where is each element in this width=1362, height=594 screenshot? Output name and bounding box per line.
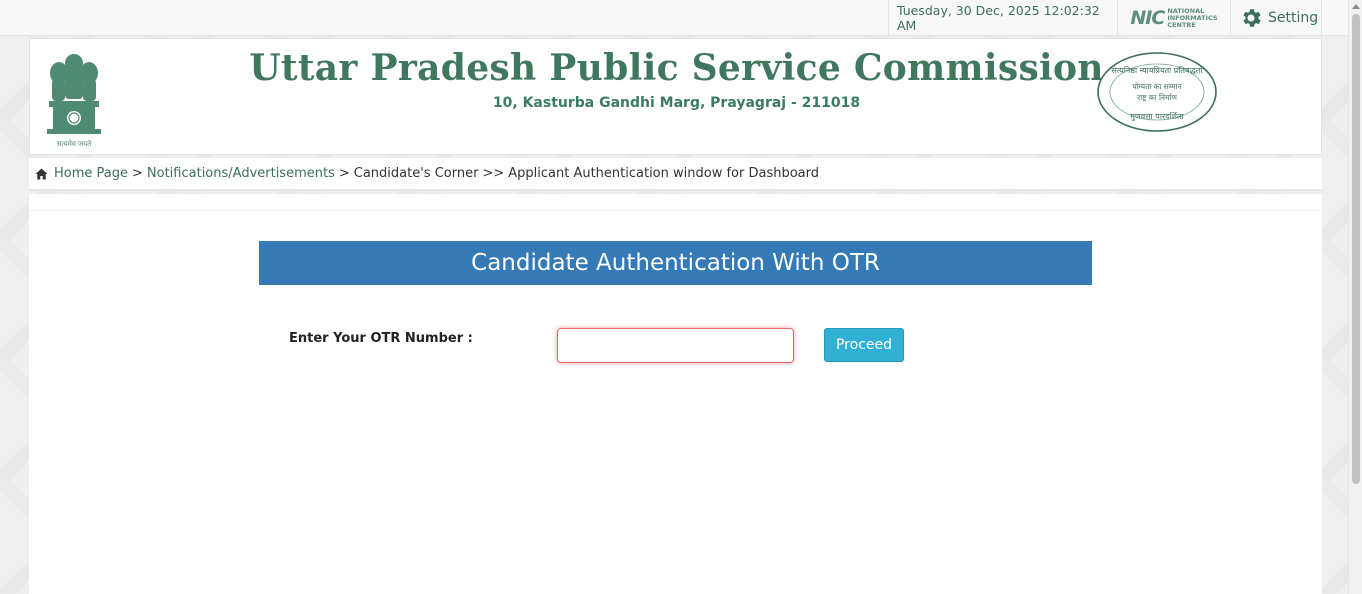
emblem-caption: सत्यमेव जयते	[57, 139, 92, 148]
commission-seal-logo: सत्यनिष्ठा न्यायप्रियता प्रतिबद्धता योग्…	[1096, 51, 1218, 137]
scrollbar-thumb[interactable]	[1352, 14, 1360, 484]
current-datetime: Tuesday, 30 Dec, 2025 12:02:32 AM	[888, 0, 1117, 36]
breadcrumb-candidates-corner: Candidate's Corner	[353, 166, 479, 181]
main-content: Candidate Authentication With OTR Enter …	[29, 194, 1322, 594]
vertical-scrollbar[interactable]	[1348, 0, 1362, 594]
breadcrumb-notifications-link[interactable]: Notifications/Advertisements	[147, 166, 335, 181]
seal-text-mid1: योग्यता का सम्मान	[1132, 82, 1182, 91]
seal-text-top: सत्यनिष्ठा न्यायप्रियता प्रतिबद्धता	[1111, 65, 1203, 75]
breadcrumb-home-link[interactable]: Home Page	[54, 166, 128, 181]
breadcrumb-separator: >>	[482, 166, 505, 181]
nic-logo-subtext: NATIONAL INFORMATICS CENTRE	[1167, 6, 1218, 29]
nic-logo-text: NIC	[1130, 7, 1165, 29]
seal-text-bottom: गुणवत्ता पारदर्शिता	[1130, 111, 1184, 122]
setting-button[interactable]: Setting	[1230, 0, 1322, 36]
setting-label: Setting	[1268, 10, 1319, 26]
scroll-up-arrow-icon[interactable]	[1352, 4, 1360, 9]
site-header: सत्यमेव जयते Uttar Pradesh Public Servic…	[29, 38, 1322, 155]
breadcrumb: Home Page > Notifications/Advertisements…	[29, 158, 1322, 191]
breadcrumb-current-page: Applicant Authentication window for Dash…	[508, 166, 819, 181]
breadcrumb-separator: >	[132, 166, 143, 181]
divider	[29, 210, 1322, 211]
gear-icon	[1239, 6, 1263, 30]
otr-number-label: Enter Your OTR Number :	[289, 331, 473, 346]
breadcrumb-separator: >	[338, 166, 350, 181]
proceed-button[interactable]: Proceed	[824, 328, 904, 362]
form-heading: Candidate Authentication With OTR	[259, 241, 1092, 285]
top-bar: Tuesday, 30 Dec, 2025 12:02:32 AM NIC NA…	[0, 0, 1362, 36]
home-icon[interactable]	[35, 168, 48, 180]
nic-logo[interactable]: NIC NATIONAL INFORMATICS CENTRE	[1117, 0, 1230, 36]
otr-number-input[interactable]	[557, 328, 794, 363]
seal-text-mid2: राष्ट्र का निर्माण	[1137, 93, 1177, 102]
